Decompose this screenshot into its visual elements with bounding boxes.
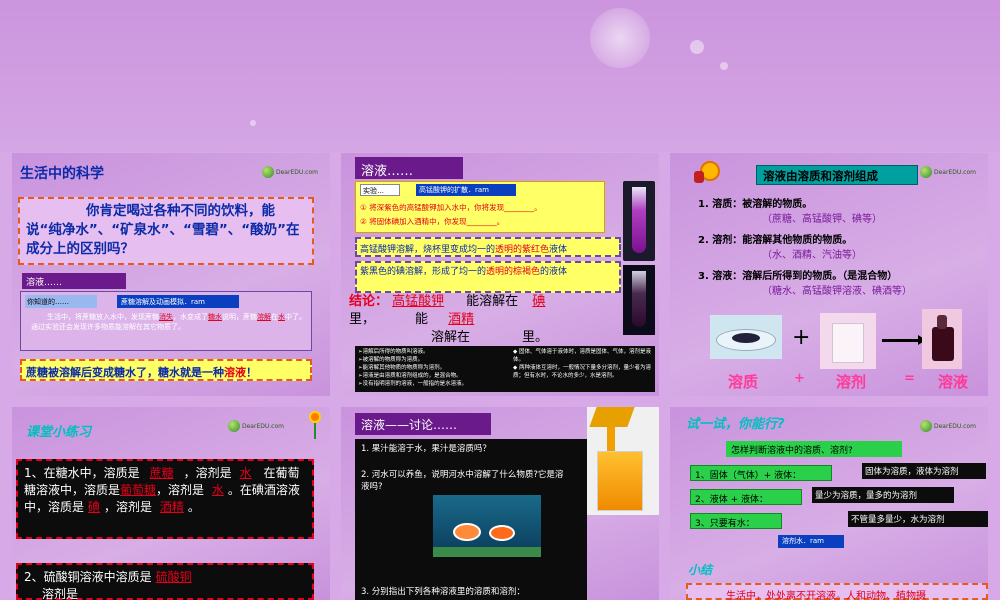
- sim-link[interactable]: 蔗糖溶解及动画模拟．ram: [117, 295, 239, 308]
- slide-title: 溶液……: [355, 157, 463, 179]
- rule2-right: 量少为溶质，量多的为溶剂: [812, 487, 954, 503]
- know-text: 生活中，将蔗糖放入水中，发现蔗糖消失，水变成了糖水说明，蔗糖溶解在水中了。通过实…: [31, 313, 306, 331]
- slide-title: 溶液——讨论……: [355, 413, 491, 435]
- question3: 3. 分别指出下列各种溶液里的溶质和溶剂：: [361, 587, 525, 597]
- slide-title: 溶液由溶质和溶剂组成: [756, 165, 918, 185]
- conclusion-box: 蔗糖被溶解后变成糖水了，糖水就是一种溶液！: [20, 359, 312, 381]
- equation: 溶质 + 溶剂 = 溶液: [728, 371, 969, 391]
- slide-thumbnail-5[interactable]: 溶液——讨论…… 1. 果汁能溶于水，果汁是溶质吗？ 2. 河水可以养鱼，说明河…: [341, 407, 659, 600]
- slide-thumbnail-1[interactable]: DearEDU.com 生活中的科学 你肯定喝过各种不同的饮料，能说“纯净水”、…: [12, 153, 330, 396]
- ram-link[interactable]: 溶剂水．ram: [778, 535, 844, 548]
- slide-thumbnail-3[interactable]: DearEDU.com 溶液由溶质和溶剂组成 1. 溶质：被溶解的物质。 （蔗糖…: [670, 153, 988, 396]
- notes-box: ➢溶解后所得的物质叫溶液。 ➢被溶解的物质称为溶质。 ➢能溶解其他物质的物质称为…: [355, 346, 655, 392]
- question2-box: 2、硫酸铜溶液中溶质是 硫酸铜 溶剂是: [16, 563, 314, 600]
- site-logo: DearEDU.com: [920, 163, 978, 181]
- know-box: 你知道的…… 蔗糖溶解及动画模拟．ram 生活中，将蔗糖放入水中，发现蔗糖消失，…: [20, 291, 312, 351]
- summary-box: 生活中，处处离不开溶液。人和动物、植物摄: [686, 583, 988, 600]
- experiment-label: 实验…: [360, 184, 400, 196]
- top-background: [0, 0, 1000, 152]
- question-label: 怎样判断溶液中的溶质、溶剂?: [726, 441, 902, 457]
- fish-image: [433, 495, 541, 557]
- rule3-right: 不管量多量少，水为溶剂: [848, 511, 988, 527]
- slide-title: 试一试，你能行?: [686, 417, 785, 432]
- slide-thumbnail-2[interactable]: 溶液…… 实验… 高锰酸钾的扩散．ram ① 将深紫色的高锰酸钾加入水中，你将发…: [341, 153, 659, 396]
- notes-left: ➢溶解后所得的物质叫溶液。 ➢被溶解的物质称为溶质。 ➢能溶解其他物质的物质称为…: [358, 349, 468, 387]
- solvent-image: [820, 313, 876, 369]
- know-label: 你知道的……: [25, 295, 97, 308]
- rule1-left: 1、固体（气体）+ 液体：: [690, 465, 832, 481]
- globe-icon: [228, 420, 240, 432]
- result1-box: 高锰酸钾溶解，烧杯里变成均一的透明的紫红色液体: [355, 237, 621, 257]
- juice-image: [587, 407, 659, 515]
- flower-icon: [304, 411, 326, 441]
- site-logo: DearEDU.com: [262, 163, 320, 181]
- tube-image-2: [623, 265, 655, 335]
- slide-title: 生活中的科学: [20, 166, 104, 182]
- site-logo: DearEDU.com: [920, 417, 978, 435]
- result2-box: 紫黑色的碘溶解，形成了均一的透明的棕褐色的液体: [355, 261, 621, 293]
- definitions: 1. 溶质：被溶解的物质。 （蔗糖、高锰酸钾、碘等） 2. 溶剂：能溶解其他物质…: [698, 199, 912, 297]
- solution-label: 溶液……: [22, 273, 126, 289]
- conclusion-text: 结论： 高锰酸钾 能溶解在 碘 里，能 酒精 溶解在 里。: [349, 294, 549, 345]
- slide-title: 课堂小练习: [26, 425, 92, 440]
- rule2-left: 2、液体 + 液体：: [690, 489, 802, 505]
- globe-icon: [920, 166, 932, 178]
- arrow-icon: [882, 335, 926, 345]
- question-box: 你肯定喝过各种不同的饮料，能说“纯净水”、“矿泉水”、“雪碧”、“酸奶”在成分上…: [18, 197, 314, 265]
- tube-image: [623, 181, 655, 261]
- plus-sign: +: [792, 325, 811, 350]
- summary-title: 小结: [688, 563, 713, 577]
- slide-thumbnail-6[interactable]: DearEDU.com 试一试，你能行? 怎样判断溶液中的溶质、溶剂? 1、固体…: [670, 407, 988, 600]
- solute-image: [710, 315, 782, 359]
- slide-thumbnail-4[interactable]: DearEDU.com 课堂小练习 1、在糖水中，溶质是 蔗糖 ，溶剂是水 在葡萄糖…: [12, 407, 330, 600]
- rule1-right: 固体为溶质，液体为溶剂: [862, 463, 986, 479]
- experiment-box: 实验… 高锰酸钾的扩散．ram ① 将深紫色的高锰酸钾加入水中，你将发现____…: [355, 181, 605, 233]
- solution-image: [922, 309, 962, 369]
- cartoon-icon: [692, 157, 728, 187]
- step2: ② 将固体碘加入酒精中，你发现________。: [360, 217, 505, 226]
- globe-icon: [262, 166, 274, 178]
- ram-link[interactable]: 高锰酸钾的扩散．ram: [416, 184, 516, 196]
- site-logo: DearEDU.com: [228, 417, 286, 435]
- step1: ① 将深紫色的高锰酸钾加入水中，你将发现________。: [360, 203, 542, 212]
- globe-icon: [920, 420, 932, 432]
- notes-right: ◆ 固体、气体溶于液体时，溶质是固体、气体，溶剂是液体。 ◆ 两种液体互溶时，一…: [513, 349, 651, 379]
- question1-box: 1、在糖水中，溶质是 蔗糖 ，溶剂是水 在葡萄糖溶液中，溶质是葡萄糖，溶剂是 水。在…: [16, 459, 314, 539]
- rule3-left: 3、只要有水：: [690, 513, 782, 529]
